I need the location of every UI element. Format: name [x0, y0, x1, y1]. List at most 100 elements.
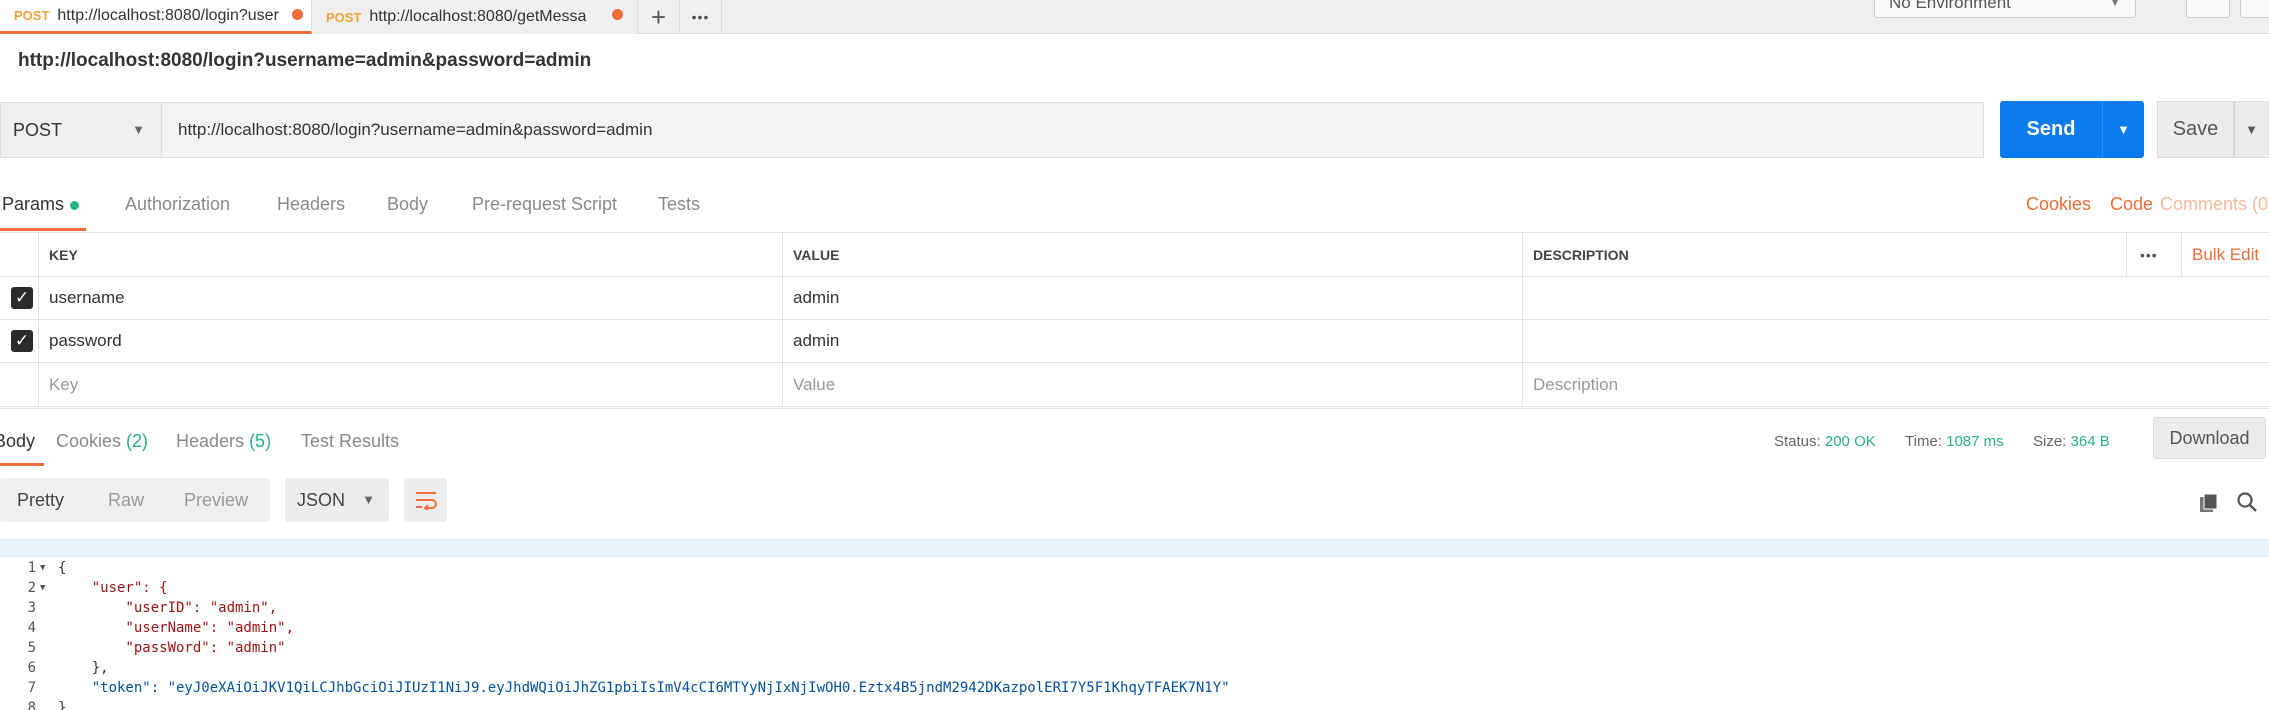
response-type-select[interactable]: JSON ▼ — [285, 478, 389, 522]
format-pretty-button[interactable]: Pretty — [17, 490, 64, 511]
request-tab-getmessage[interactable]: POST http://localhost:8080/getMessa — [312, 0, 638, 34]
download-button[interactable]: Download — [2153, 417, 2266, 459]
response-time: Time: 1087 ms — [1905, 433, 2004, 450]
params-indicator-dot-icon — [70, 200, 80, 210]
unsaved-dot-icon — [612, 9, 623, 20]
request-tab-login[interactable]: POST http://localhost:8080/login?user — [0, 0, 312, 34]
value-column-header: VALUE — [782, 233, 1522, 276]
params-header-row: KEY VALUE DESCRIPTION ••• Bulk Edit — [0, 232, 2269, 276]
tab-body[interactable]: Body — [387, 194, 428, 215]
cookies-link[interactable]: Cookies — [2026, 194, 2091, 215]
line-number: 8 — [27, 700, 36, 710]
param-description-field[interactable] — [1522, 277, 2269, 319]
wrap-lines-icon — [415, 492, 437, 510]
bulk-edit-link[interactable]: Bulk Edit — [2181, 233, 2269, 276]
tab-params-label: Params — [2, 194, 65, 214]
response-type-label: JSON — [297, 490, 346, 510]
time-label: Time: — [1905, 433, 1942, 450]
code-line: 3 "userID": "admin", — [0, 578, 2269, 616]
response-tab-test-results[interactable]: Test Results — [301, 431, 399, 452]
response-tab-headers[interactable]: Headers (5) — [176, 431, 271, 452]
tab-url-label: http://localhost:8080/getMessa — [369, 8, 587, 25]
tab-tests[interactable]: Tests — [658, 194, 700, 215]
size-label: Size: — [2033, 433, 2067, 450]
tab-method-label: POST — [326, 9, 362, 25]
param-enabled-checkbox[interactable]: ✓ — [11, 287, 33, 309]
param-value-field[interactable]: admin — [782, 320, 1522, 362]
new-tab-button[interactable]: + — [638, 0, 680, 34]
new-param-value-field[interactable]: Value — [782, 363, 1522, 406]
code-line: 2 ▼ "user": { — [0, 558, 2269, 596]
wrap-lines-button[interactable] — [404, 478, 447, 522]
new-param-description-field[interactable]: Description — [1522, 363, 2269, 406]
environment-select[interactable]: No Environment ▼ — [1874, 0, 2136, 18]
code-line: 4 "userName": "admin", — [0, 598, 2269, 636]
code-line-text: } — [58, 700, 67, 710]
code-line: 7 "token": "eyJ0eXAiOiJKV1QiLCJhbGciOiJI… — [0, 658, 2269, 696]
response-body-code[interactable]: 1 ▼{ 2 ▼ "user": { 3 "userID": "admin", 4 … — [0, 538, 2269, 710]
status-label: Status: — [1774, 433, 1821, 450]
unsaved-dot-icon — [292, 9, 303, 20]
param-description-field[interactable] — [1522, 320, 2269, 362]
send-options-button[interactable]: ▼ — [2102, 101, 2144, 158]
comments-link[interactable]: Comments (0) — [2160, 194, 2269, 215]
response-header-bar: Body Cookies (2) Headers (5) Test Result… — [0, 408, 2269, 468]
active-tab-underline — [0, 463, 44, 466]
url-input[interactable]: http://localhost:8080/login?username=adm… — [162, 102, 1984, 158]
response-tab-cookies-label: Cookies — [56, 431, 122, 451]
save-button[interactable]: Save — [2157, 101, 2234, 158]
tab-url-label: http://localhost:8080/login?user — [57, 6, 279, 24]
response-tab-cookies[interactable]: Cookies (2) — [56, 431, 148, 452]
cookies-count-badge: (2) — [126, 431, 149, 451]
key-column-header: KEY — [38, 233, 782, 276]
new-param-key-field[interactable]: Key — [38, 363, 782, 406]
copy-icon[interactable] — [2198, 492, 2220, 519]
format-toggle-group: Pretty Raw Preview — [0, 478, 270, 522]
param-key-field[interactable]: username — [38, 277, 782, 319]
tab-pre-request-script[interactable]: Pre-request Script — [472, 194, 617, 215]
chevron-down-icon: ▼ — [2109, 0, 2121, 9]
tab-params[interactable]: Params — [2, 194, 80, 215]
method-select[interactable]: POST ▼ — [0, 102, 162, 158]
chevron-down-icon: ▼ — [362, 492, 375, 507]
code-line: 1 ▼{ — [0, 538, 2269, 576]
method-selected-label: POST — [13, 120, 63, 140]
chevron-down-icon: ▼ — [132, 122, 145, 137]
params-more-button[interactable]: ••• — [2126, 233, 2171, 276]
table-row: ✓ password admin — [0, 319, 2269, 362]
status-value: 200 OK — [1824, 433, 1876, 450]
code-link[interactable]: Code — [2110, 194, 2153, 215]
tab-more-button[interactable]: ••• — [680, 0, 722, 34]
send-button[interactable]: Send — [2000, 101, 2102, 158]
chevron-down-icon: ▼ — [2117, 122, 2130, 137]
size-value: 364 B — [2070, 433, 2110, 450]
request-title: http://localhost:8080/login?username=adm… — [18, 50, 592, 71]
plus-icon: + — [650, 1, 667, 32]
ellipsis-icon: ••• — [2140, 246, 2158, 263]
param-enabled-checkbox[interactable]: ✓ — [11, 330, 33, 352]
manage-environments-button[interactable] — [2240, 0, 2269, 18]
response-status: Status: 200 OK — [1774, 433, 1876, 450]
param-key-field[interactable]: password — [38, 320, 782, 362]
ellipsis-icon: ••• — [691, 9, 710, 25]
environment-quick-look-button[interactable] — [2186, 0, 2230, 18]
response-tab-headers-label: Headers — [176, 431, 245, 451]
table-row-new: Key Value Description — [0, 362, 2269, 407]
response-size: Size: 364 B — [2033, 433, 2110, 450]
format-raw-button[interactable]: Raw — [108, 490, 144, 511]
param-value-field[interactable]: admin — [782, 277, 1522, 319]
response-toolbar: Pretty Raw Preview JSON ▼ — [0, 468, 2269, 538]
table-row: ✓ username admin — [0, 276, 2269, 319]
response-tab-body[interactable]: Body — [0, 431, 35, 452]
request-section-tabs: Params Authorization Headers Body Pre-re… — [0, 172, 2269, 232]
search-icon[interactable] — [2236, 491, 2258, 518]
tab-authorization[interactable]: Authorization — [125, 194, 230, 215]
code-line: 5 "passWord": "admin" — [0, 618, 2269, 656]
params-table: KEY VALUE DESCRIPTION ••• Bulk Edit ✓ us… — [0, 232, 2269, 407]
tab-method-label: POST — [14, 8, 50, 23]
headers-count-badge: (5) — [249, 431, 272, 451]
code-line: 8} — [0, 678, 2269, 710]
save-options-button[interactable]: ▼ — [2234, 101, 2269, 158]
tab-headers[interactable]: Headers — [277, 194, 345, 215]
format-preview-button[interactable]: Preview — [184, 490, 248, 511]
